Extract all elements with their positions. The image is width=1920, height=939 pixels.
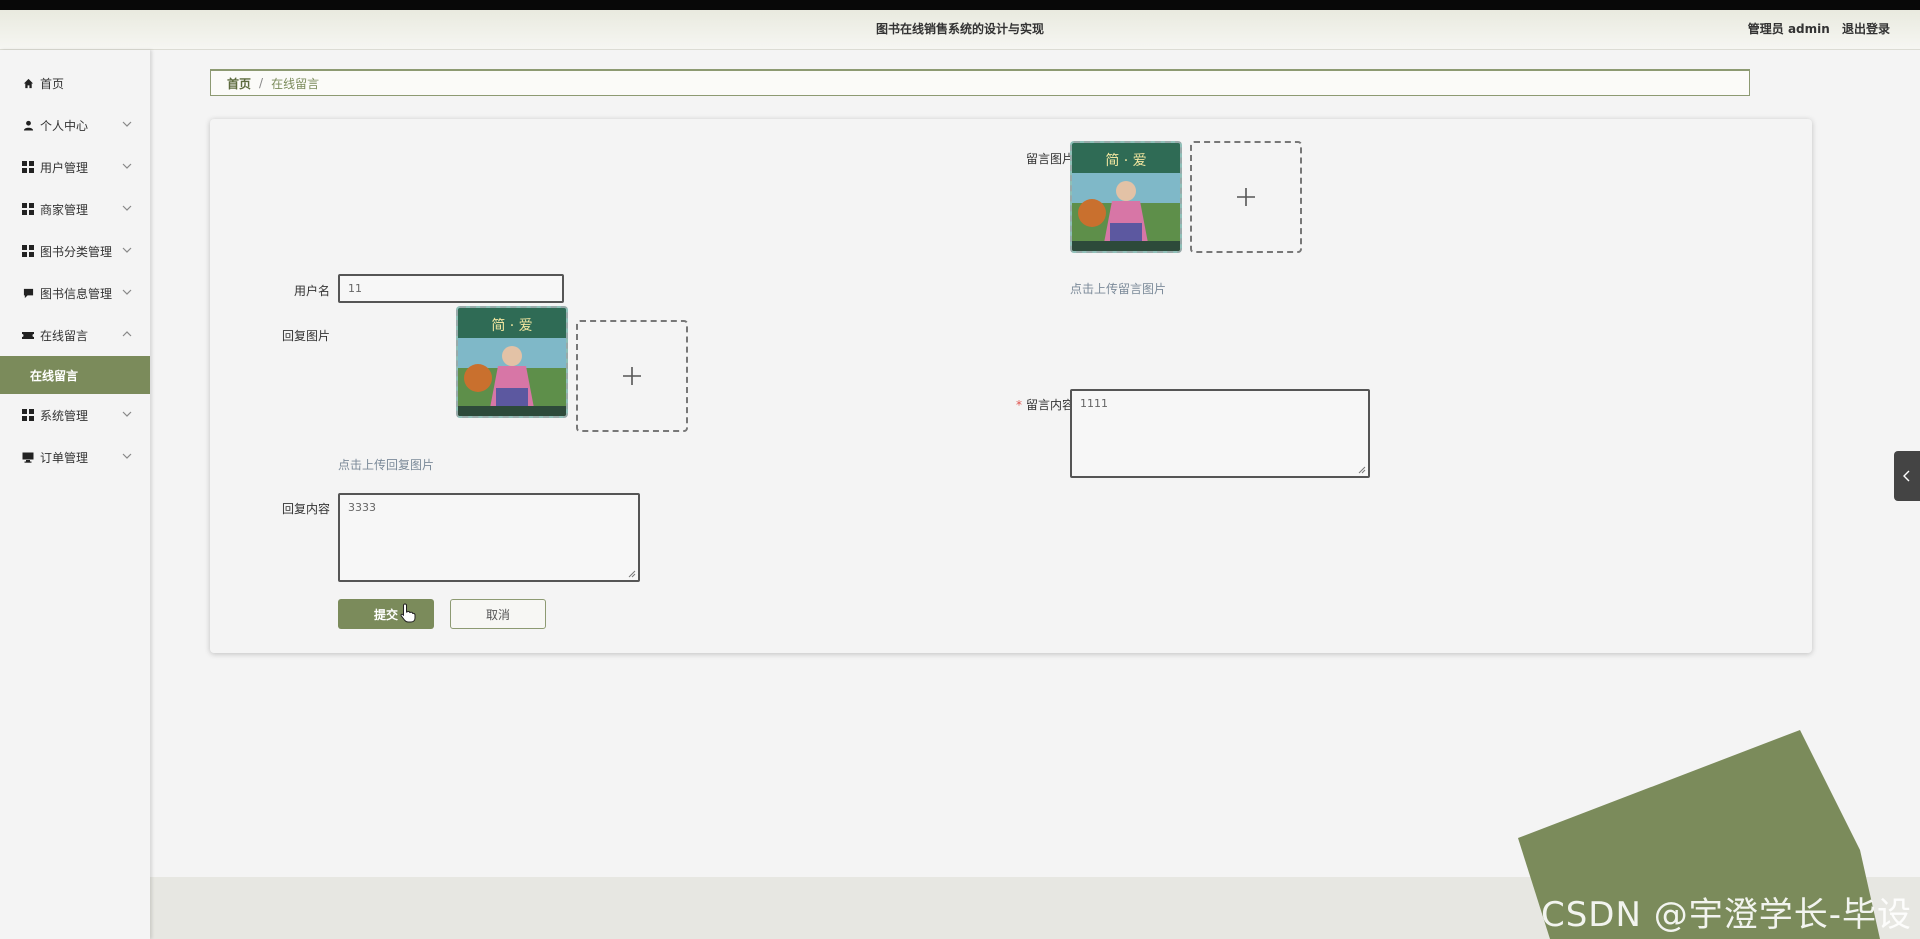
plus-icon xyxy=(1237,188,1255,206)
sidebar-item-order-management[interactable]: 订单管理 xyxy=(0,436,150,478)
chevron-down-icon xyxy=(122,121,132,127)
csdn-watermark: CSDN @宇澄学长-毕设 xyxy=(1540,895,1912,935)
message-content-label: * 留言内容 xyxy=(990,396,1074,413)
reply-content-textarea[interactable]: 3333 xyxy=(338,493,640,582)
sidebar-item-label: 系统管理 xyxy=(40,408,89,423)
app-title: 图书在线销售系统的设计与实现 xyxy=(875,22,1044,36)
username-label: 用户名 xyxy=(293,284,330,298)
sidebar-item-label: 在线留言 xyxy=(40,328,89,343)
header-user-area: 管理员 admin 退出登录 xyxy=(1748,20,1890,37)
plus-icon xyxy=(623,367,641,385)
chevron-down-icon xyxy=(122,411,132,417)
reply-image-upload[interactable] xyxy=(576,320,688,432)
book-cover-image: 简 · 爱 xyxy=(1072,143,1180,251)
resize-handle-icon xyxy=(628,570,636,578)
chevron-down-icon xyxy=(122,163,132,169)
breadcrumb: 首页 / 在线留言 xyxy=(210,69,1750,96)
ticket-icon xyxy=(22,329,34,341)
right-panel-toggle[interactable] xyxy=(1894,451,1920,501)
required-asterisk: * xyxy=(1015,398,1022,412)
message-image-hint: 点击上传留言图片 xyxy=(1070,282,1167,296)
grid-icon xyxy=(22,245,34,257)
top-strip xyxy=(0,0,1920,10)
submit-button[interactable]: 提交 xyxy=(338,599,434,629)
message-image-thumbnail[interactable]: 简 · 爱 xyxy=(1070,141,1182,253)
message-image-label: 留言图片 xyxy=(1025,152,1074,166)
chat-icon xyxy=(22,287,34,299)
sidebar-item-user-management[interactable]: 用户管理 xyxy=(0,146,150,188)
message-image-upload[interactable] xyxy=(1190,141,1302,253)
resize-handle-icon xyxy=(1358,466,1366,474)
sidebar-item-label: 个人中心 xyxy=(40,118,89,133)
sidebar-item-label: 订单管理 xyxy=(40,450,89,465)
message-content-value: 1111 xyxy=(1080,397,1108,410)
sidebar-item-label: 图书信息管理 xyxy=(40,286,113,301)
admin-user-label: 管理员 admin xyxy=(1747,22,1830,36)
sidebar-subitem-online-message[interactable]: 在线留言 xyxy=(0,356,150,394)
monitor-icon xyxy=(22,451,34,463)
cancel-button[interactable]: 取消 xyxy=(450,599,546,629)
breadcrumb-current: 在线留言 xyxy=(271,76,320,91)
sidebar-item-personal-center[interactable]: 个人中心 xyxy=(0,104,150,146)
reply-image-thumbnail[interactable]: 简 · 爱 xyxy=(456,306,568,418)
chevron-left-icon xyxy=(1903,470,1910,482)
sidebar-item-system-management[interactable]: 系统管理 xyxy=(0,394,150,436)
message-content-label-text: 留言内容 xyxy=(1025,398,1074,412)
sidebar-item-online-message[interactable]: 在线留言 xyxy=(0,314,150,356)
message-content-textarea[interactable]: 1111 xyxy=(1070,389,1370,478)
reply-content-value: 3333 xyxy=(348,501,376,514)
reply-image-label: 回复图片 xyxy=(281,329,330,343)
hand-cursor-icon xyxy=(400,603,416,623)
sidebar-item-label: 商家管理 xyxy=(40,202,89,217)
user-icon xyxy=(22,119,34,131)
grid-icon xyxy=(22,203,34,215)
sidebar-item-label: 首页 xyxy=(40,76,65,91)
sidebar-item-book-info-management[interactable]: 图书信息管理 xyxy=(0,272,150,314)
reply-content-label: 回复内容 xyxy=(281,502,330,516)
logout-link[interactable]: 退出登录 xyxy=(1842,22,1890,36)
app-header: 图书在线销售系统的设计与实现 管理员 admin 退出登录 xyxy=(0,10,1920,50)
breadcrumb-separator: / xyxy=(259,76,264,90)
book-cover-caption: 简 · 爱 xyxy=(1105,152,1146,169)
reply-image-hint: 点击上传回复图片 xyxy=(338,458,435,472)
chevron-down-icon xyxy=(122,453,132,459)
grid-icon xyxy=(22,409,34,421)
chevron-down-icon xyxy=(122,205,132,211)
book-cover-caption: 简 · 爱 xyxy=(491,317,532,334)
chevron-down-icon xyxy=(122,289,132,295)
sidebar-item-book-category-management[interactable]: 图书分类管理 xyxy=(0,230,150,272)
chevron-up-icon xyxy=(122,331,132,337)
sidebar-item-home[interactable]: 首页 xyxy=(0,62,150,104)
chevron-down-icon xyxy=(122,247,132,253)
grid-icon xyxy=(22,161,34,173)
sidebar-item-label: 图书分类管理 xyxy=(40,244,113,259)
sidebar-item-merchant-management[interactable]: 商家管理 xyxy=(0,188,150,230)
book-cover-image: 简 · 爱 xyxy=(458,308,566,416)
username-input[interactable] xyxy=(338,274,564,303)
breadcrumb-home-link[interactable]: 首页 xyxy=(227,75,251,92)
form-card: 留言图片 简 · 爱 点击上传留言图片 用户名 回复图片 简 · 爱 xyxy=(210,119,1812,653)
home-icon xyxy=(22,77,34,89)
sidebar-item-label: 用户管理 xyxy=(40,160,89,175)
sidebar: 首页 个人中心 用户管理 商家管理 图书分类管理 图书信息管理 在线留言 在线留… xyxy=(0,50,150,939)
